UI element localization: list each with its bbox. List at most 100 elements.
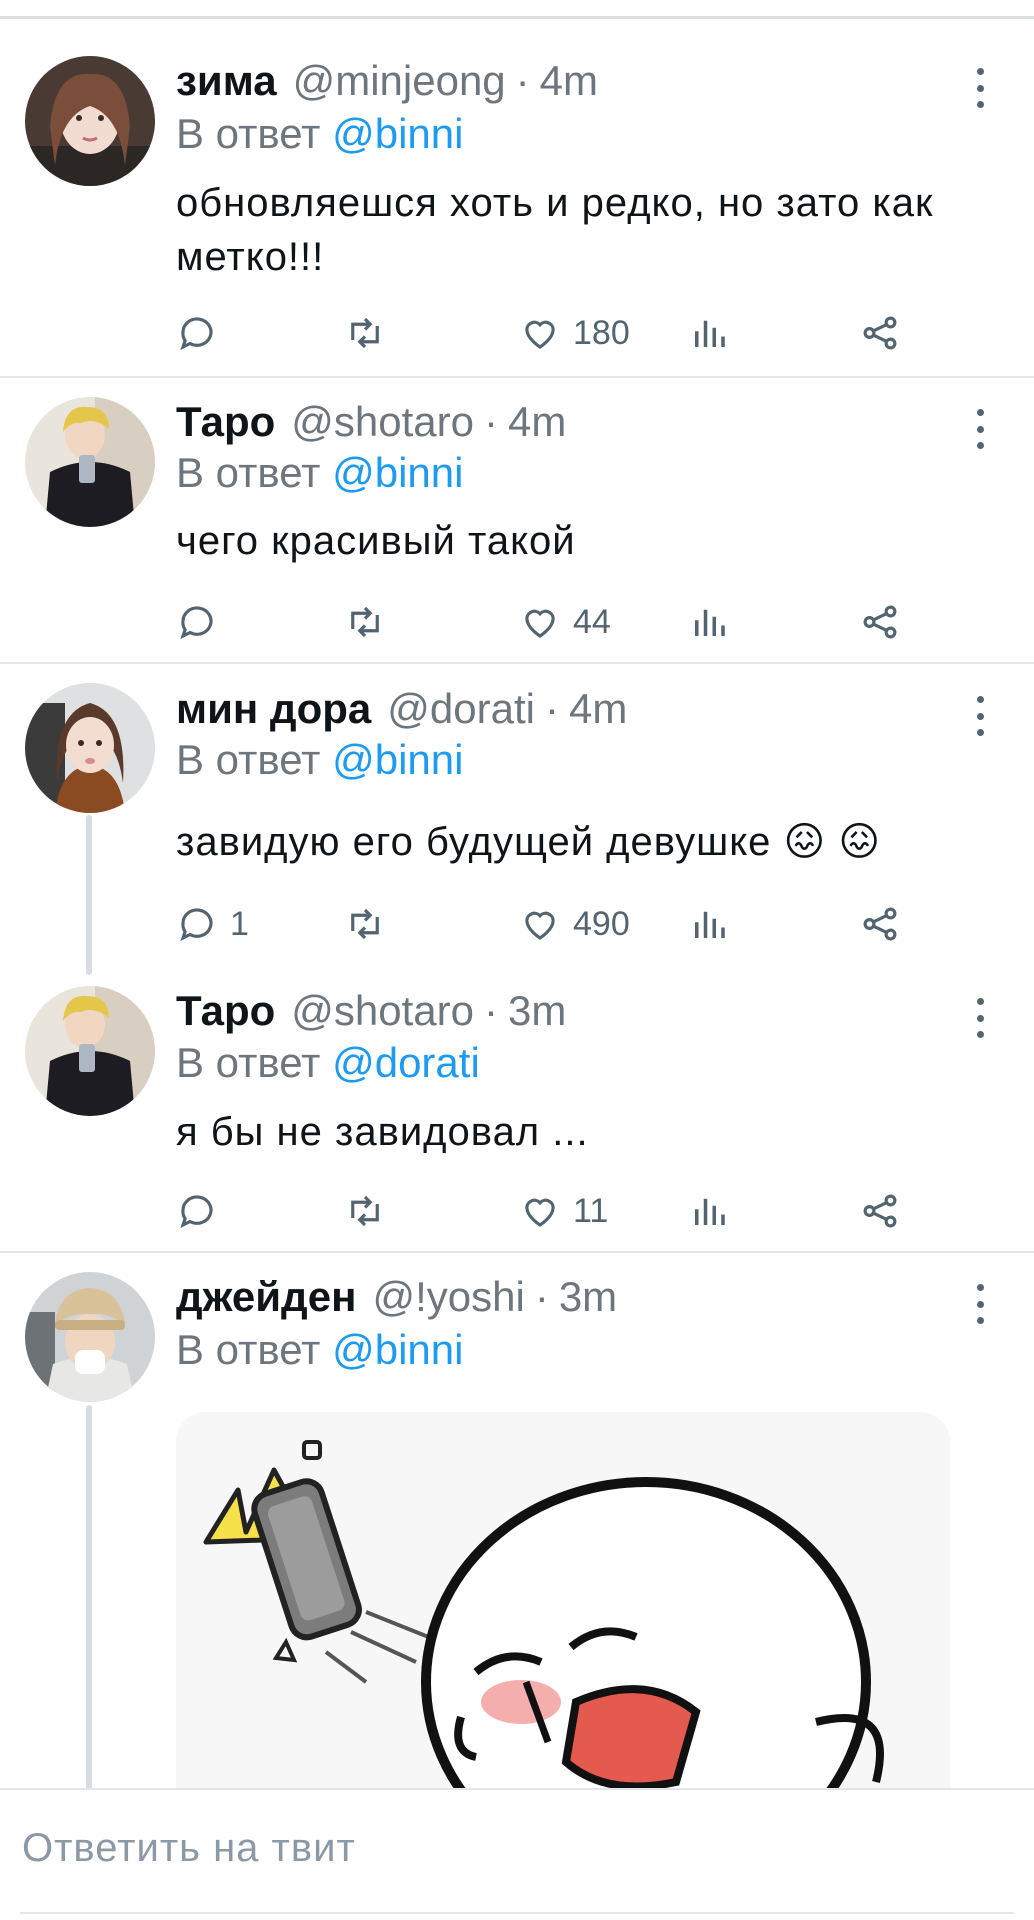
- author-handle[interactable]: @dorati: [387, 685, 535, 733]
- reply-composer[interactable]: Ответить на твит: [0, 1788, 1034, 1920]
- more-options-icon[interactable]: [970, 68, 990, 108]
- like-count: 44: [573, 602, 611, 641]
- more-options-icon[interactable]: [970, 1284, 990, 1324]
- tweet-media-image[interactable]: [176, 1412, 950, 1792]
- avatar[interactable]: [25, 1272, 155, 1402]
- retweet-button[interactable]: [344, 597, 386, 647]
- author-handle[interactable]: @!yoshi: [372, 1273, 524, 1321]
- retweet-button[interactable]: [344, 308, 386, 358]
- reply-button[interactable]: [176, 308, 230, 358]
- author-handle[interactable]: @shotaro: [291, 987, 474, 1035]
- avatar[interactable]: [25, 397, 155, 527]
- reply-button[interactable]: 1: [176, 899, 249, 949]
- timestamp[interactable]: 3m: [559, 1273, 617, 1321]
- tweet-divider: [0, 1251, 1034, 1253]
- reply-mention[interactable]: @binni: [332, 1326, 463, 1373]
- tweet-text: завидую его будущей девушке 😖 😖: [176, 820, 882, 864]
- author-name[interactable]: мин дора: [176, 685, 371, 733]
- share-icon: [863, 907, 897, 941]
- separator-dot: ·: [544, 685, 559, 732]
- tweet-actions: 1 490: [176, 899, 936, 949]
- tweet-text: обновляешся хоть и редко, но зато как ме…: [176, 181, 934, 279]
- separator-dot: ·: [484, 398, 499, 445]
- tweet-header: Таро @shotaro · 3m: [176, 986, 566, 1036]
- like-button[interactable]: 11: [519, 1186, 608, 1236]
- thread-connector: [86, 1405, 92, 1800]
- like-button[interactable]: 490: [519, 899, 630, 949]
- separator-dot: ·: [515, 57, 530, 104]
- like-button[interactable]: 180: [519, 308, 630, 358]
- like-count: 490: [573, 904, 630, 943]
- share-button[interactable]: [859, 308, 901, 358]
- replying-to: В ответ @binni: [176, 736, 463, 786]
- reply-mention[interactable]: @binni: [332, 736, 463, 783]
- reply-mention[interactable]: @binni: [332, 449, 463, 496]
- retweet-button[interactable]: [344, 1186, 386, 1236]
- heart-icon: [525, 609, 555, 638]
- tweet-header: джейден @!yoshi · 3m: [176, 1272, 617, 1322]
- reply-icon: [180, 317, 213, 351]
- replying-to: В ответ @binni: [176, 1326, 463, 1376]
- more-options-icon[interactable]: [970, 409, 990, 449]
- timestamp[interactable]: 4m: [508, 398, 566, 446]
- analytics-icon: [695, 911, 725, 938]
- like-button[interactable]: 44: [519, 597, 611, 647]
- reply-prefix: В ответ: [176, 110, 321, 157]
- views-button[interactable]: [688, 308, 730, 358]
- author-name[interactable]: джейден: [176, 1273, 356, 1321]
- retweet-icon: [351, 606, 379, 638]
- author-name[interactable]: зима: [176, 57, 277, 105]
- share-icon: [863, 316, 897, 350]
- more-options-icon[interactable]: [970, 696, 990, 736]
- retweet-button[interactable]: [344, 899, 386, 949]
- reply-prefix: В ответ: [176, 1326, 321, 1373]
- heart-icon: [525, 911, 555, 940]
- share-button[interactable]: [859, 597, 901, 647]
- views-button[interactable]: [688, 1186, 730, 1236]
- retweet-icon: [351, 908, 379, 940]
- reply-count: 1: [230, 904, 249, 943]
- analytics-icon: [695, 609, 725, 636]
- timestamp[interactable]: 4m: [569, 685, 627, 733]
- thread-connector: [86, 815, 92, 975]
- share-button[interactable]: [859, 899, 901, 949]
- reply-button[interactable]: [176, 597, 230, 647]
- reply-mention[interactable]: @dorati: [332, 1039, 480, 1086]
- retweet-icon: [351, 1195, 379, 1227]
- separator-dot: ·: [484, 987, 499, 1034]
- tweet-divider: [0, 376, 1034, 378]
- timestamp[interactable]: 3m: [508, 987, 566, 1035]
- avatar[interactable]: [25, 986, 155, 1116]
- reply-icon: [180, 606, 213, 640]
- author-handle[interactable]: @shotaro: [291, 398, 474, 446]
- author-handle[interactable]: @minjeong: [293, 57, 506, 105]
- reply-button[interactable]: [176, 1186, 230, 1236]
- composer-underline: [20, 1912, 1014, 1914]
- analytics-icon: [695, 320, 725, 347]
- author-name[interactable]: Таро: [176, 398, 275, 446]
- avatar[interactable]: [25, 56, 155, 186]
- reply-input[interactable]: Ответить на твит: [22, 1826, 356, 1871]
- reply-prefix: В ответ: [176, 449, 321, 496]
- more-options-icon[interactable]: [970, 998, 990, 1038]
- reply-prefix: В ответ: [176, 736, 321, 783]
- like-count: 11: [573, 1191, 609, 1230]
- heart-icon: [525, 320, 555, 349]
- reply-mention[interactable]: @binni: [332, 110, 463, 157]
- share-button[interactable]: [859, 1186, 901, 1236]
- views-button[interactable]: [688, 597, 730, 647]
- replying-to: В ответ @binni: [176, 110, 463, 160]
- avatar[interactable]: [25, 683, 155, 813]
- author-name[interactable]: Таро: [176, 987, 275, 1035]
- like-count: 180: [573, 313, 630, 352]
- replying-to: В ответ @dorati: [176, 1039, 480, 1089]
- heart-icon: [525, 1198, 555, 1227]
- reply-prefix: В ответ: [176, 1039, 321, 1086]
- retweet-icon: [351, 317, 379, 349]
- tweet-header: зима @minjeong · 4m: [176, 56, 598, 106]
- share-icon: [863, 1194, 897, 1228]
- views-button[interactable]: [688, 899, 730, 949]
- timestamp[interactable]: 4m: [540, 57, 598, 105]
- tweet-header: Таро @shotaro · 4m: [176, 397, 566, 447]
- tweet-text: чего красивый такой: [176, 519, 576, 563]
